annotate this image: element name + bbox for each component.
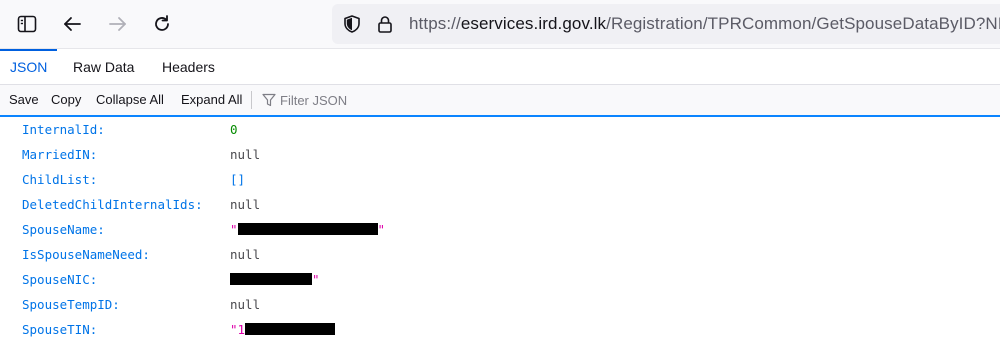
url-bar[interactable]: https://eservices.ird.gov.lk/Registratio… (332, 4, 1000, 44)
json-toolbar: Save Copy Collapse All Expand All (0, 85, 1000, 117)
json-value: null (230, 247, 261, 262)
forward-arrow-icon (109, 17, 126, 31)
tab-headers[interactable]: Headers (152, 49, 225, 85)
back-button[interactable] (56, 8, 88, 40)
json-value: null (230, 197, 261, 212)
json-key: SpouseTIN: (22, 322, 98, 337)
json-row[interactable]: SpouseTIN: "1 (0, 317, 1000, 342)
json-row[interactable]: SpouseTempID: null (0, 292, 1000, 317)
string-open-quote: "1 (230, 322, 246, 337)
json-row[interactable]: DeletedChildInternalIds: null (0, 192, 1000, 217)
json-value: null (230, 297, 261, 312)
string-open-quote: " (230, 222, 238, 237)
json-value: null (230, 147, 261, 162)
lock-icon[interactable] (375, 14, 395, 34)
json-value: " " (230, 222, 385, 237)
json-tree: InternalId: 0 MarriedIN: null ChildList:… (0, 117, 1000, 352)
reload-icon (155, 15, 169, 31)
tab-raw-data[interactable]: Raw Data (63, 49, 144, 85)
viewer-tabs: JSON Raw Data Headers (0, 48, 1000, 85)
json-key: MarriedIN: (22, 147, 98, 162)
json-row[interactable]: ChildList: [] (0, 167, 1000, 192)
forward-button[interactable] (102, 8, 134, 40)
sidebar-icon (17, 15, 37, 33)
browser-navbar: https://eservices.ird.gov.lk/Registratio… (0, 0, 1000, 48)
json-key: SpouseNIC: (22, 272, 98, 287)
url-host: eservices.ird.gov.lk (460, 14, 607, 33)
reload-button[interactable] (146, 8, 178, 40)
filter-json-input[interactable] (280, 89, 480, 111)
collapse-all-button[interactable]: Collapse All (96, 85, 164, 115)
expand-all-button[interactable]: Expand All (181, 85, 242, 115)
string-close-quote: " (312, 272, 320, 287)
json-key: DeletedChildInternalIds: (22, 197, 203, 212)
redaction-bar (245, 323, 336, 335)
json-key: SpouseTempID: (22, 297, 120, 312)
json-key: IsSpouseNameNeed: (22, 247, 150, 262)
tab-json[interactable]: JSON (0, 49, 58, 85)
copy-button[interactable]: Copy (51, 85, 81, 115)
toolbar-divider (251, 91, 252, 109)
shield-icon[interactable] (342, 14, 362, 34)
save-button[interactable]: Save (9, 85, 39, 115)
json-key: InternalId: (22, 122, 105, 137)
url-prefix: https:// (409, 14, 461, 33)
filter-icon (262, 93, 276, 107)
redaction-bar (230, 273, 312, 285)
string-close-quote: " (377, 222, 386, 237)
redaction-bar (237, 223, 378, 235)
json-row[interactable]: SpouseName: " " (0, 217, 1000, 242)
json-key: SpouseName: (22, 222, 105, 237)
json-row[interactable]: InternalId: 0 (0, 117, 1000, 142)
url-text[interactable]: https://eservices.ird.gov.lk/Registratio… (409, 14, 1000, 34)
json-value: "1 (230, 322, 336, 337)
json-row[interactable]: MarriedIN: null (0, 142, 1000, 167)
json-row[interactable]: IsSpouseNameNeed: null (0, 242, 1000, 267)
json-value: " (230, 272, 320, 287)
json-row[interactable]: SpouseNIC: " (0, 267, 1000, 292)
json-value: [] (230, 172, 246, 187)
sidebar-toggle-button[interactable] (11, 8, 43, 40)
back-arrow-icon (64, 17, 81, 31)
json-value: 0 (230, 122, 238, 137)
url-path: /Registration/TPRCommon/GetSpouseDataByI… (606, 14, 1000, 33)
json-key: ChildList: (22, 172, 98, 187)
